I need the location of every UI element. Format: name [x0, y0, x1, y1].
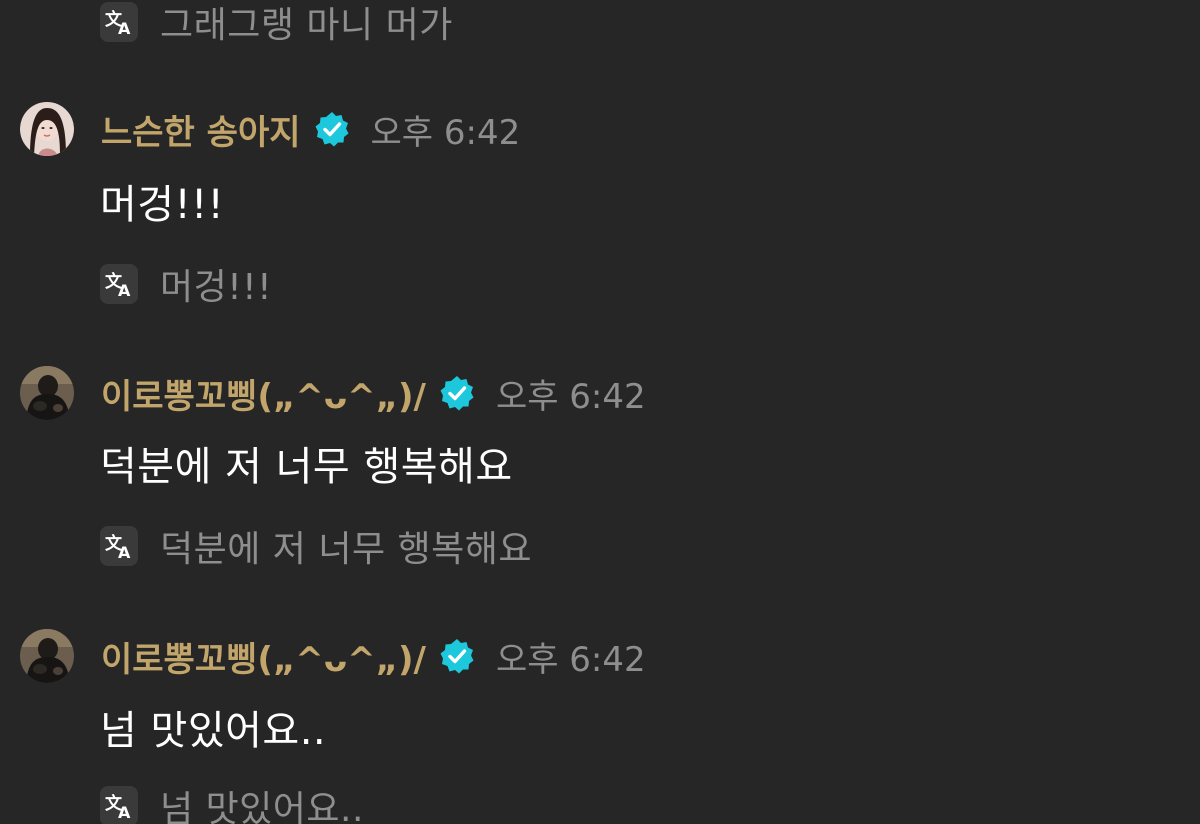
- svg-text:A: A: [118, 543, 131, 560]
- username[interactable]: 느슨한 송아지: [101, 105, 301, 154]
- translate-icon[interactable]: 文 A: [100, 2, 138, 42]
- message-text[interactable]: 머겅!!!: [100, 172, 224, 230]
- timestamp: 오후 6:42: [495, 639, 646, 680]
- svg-text:A: A: [118, 19, 131, 36]
- verified-badge-icon: [438, 374, 476, 412]
- message-text[interactable]: 넘 맛있어요..: [100, 698, 326, 756]
- message-header: 이로뽕꼬삥(„^ᴗ^„)/ 오후 6:42: [20, 629, 646, 683]
- translation-row: 文 A 그래그랭 마니 머가: [100, 0, 453, 46]
- timestamp: 오후 6:42: [495, 376, 646, 417]
- username[interactable]: 이로뽕꼬삥(„^ᴗ^„)/: [101, 632, 426, 681]
- message-header: 느슨한 송아지 오후 6:42: [20, 102, 520, 156]
- verified-badge-icon: [313, 110, 351, 148]
- avatar[interactable]: [20, 629, 74, 683]
- svg-text:A: A: [118, 281, 131, 298]
- svg-text:A: A: [118, 803, 131, 820]
- translation-text: 그래그랭 마니 머가: [160, 5, 453, 46]
- translation-row: 文 A 덕분에 저 너무 행복해요: [100, 524, 532, 570]
- translate-icon[interactable]: 文 A: [100, 526, 138, 566]
- avatar[interactable]: [20, 102, 74, 156]
- translation-row: 文 A 넘 맛있어요..: [100, 784, 364, 824]
- translate-icon[interactable]: 文 A: [100, 786, 138, 824]
- verified-badge-icon: [438, 637, 476, 675]
- avatar[interactable]: [20, 366, 74, 420]
- translation-text: 덕분에 저 너무 행복해요: [160, 529, 533, 570]
- timestamp: 오후 6:42: [370, 112, 521, 153]
- message-header: 이로뽕꼬삥(„^ᴗ^„)/ 오후 6:42: [20, 366, 646, 420]
- translate-icon[interactable]: 文 A: [100, 264, 138, 304]
- username[interactable]: 이로뽕꼬삥(„^ᴗ^„)/: [101, 369, 426, 418]
- message-text[interactable]: 덕분에 저 너무 행복해요: [100, 434, 513, 492]
- translation-text: 머겅!!!: [160, 267, 273, 308]
- translation-text: 넘 맛있어요..: [160, 789, 364, 824]
- translation-row: 文 A 머겅!!!: [100, 262, 272, 308]
